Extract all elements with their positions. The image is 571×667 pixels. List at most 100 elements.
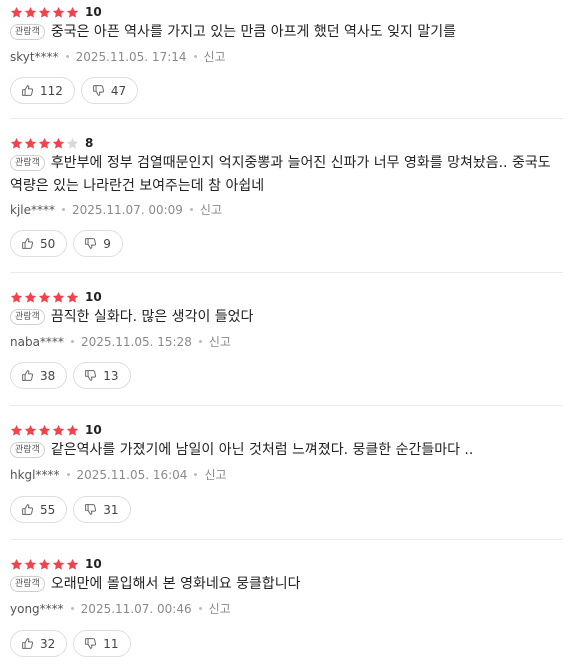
review-text: 같은역사를 가졌기에 남일이 아닌 것처럼 느껴졌다. 뭉클한 순간들마다 .. xyxy=(50,442,474,458)
separator-dot xyxy=(70,340,74,343)
star-filled-icon xyxy=(24,291,37,303)
dislike-button[interactable]: 31 xyxy=(73,496,131,523)
thumbs-up-icon xyxy=(22,638,34,649)
star-filled-icon xyxy=(52,291,65,303)
viewer-badge: 관람객 xyxy=(10,309,45,325)
star-filled-icon xyxy=(38,424,51,436)
separator-dot xyxy=(62,208,65,211)
star-filled-icon xyxy=(66,424,79,436)
review-date: 2025.11.05. 17:14 xyxy=(75,50,187,64)
rating: 10 xyxy=(10,288,102,306)
like-count: 55 xyxy=(40,502,56,517)
viewer-badge: 관람객 xyxy=(10,24,45,40)
report-link[interactable]: 신고 xyxy=(209,335,231,349)
rating-score: 8 xyxy=(85,136,94,150)
separator-dot xyxy=(66,473,70,476)
review-comment: 관람객 끔직한 실화다. 많은 생각이 들었다 xyxy=(10,306,561,329)
rating: 10 xyxy=(10,3,102,21)
star-filled-icon xyxy=(66,291,79,303)
dislike-button[interactable]: 11 xyxy=(73,630,131,657)
review-meta: skyt**** 2025.11.05. 17:14 신고 xyxy=(10,49,226,65)
review-actions: 112 47 xyxy=(10,77,139,104)
dislike-button[interactable]: 9 xyxy=(73,230,123,257)
review-comment: 관람객 후반부에 정부 검열때문인지 억지중뽕과 늘어진 신파가 너무 영화를 망… xyxy=(10,152,561,198)
review-meta: yong**** 2025.11.07. 00:46 신고 xyxy=(10,601,231,617)
star-filled-icon xyxy=(66,6,79,18)
star-filled-icon xyxy=(38,558,51,570)
star-filled-icon xyxy=(52,137,65,149)
review-date: 2025.11.07. 00:46 xyxy=(80,602,192,616)
review-user: naba**** xyxy=(10,335,64,349)
rating: 10 xyxy=(10,421,102,439)
review-actions: 50 9 xyxy=(10,230,123,257)
viewer-badge: 관람객 xyxy=(10,442,45,458)
review-user: yong**** xyxy=(10,602,64,616)
star-filled-icon xyxy=(10,137,23,149)
report-link[interactable]: 신고 xyxy=(204,468,226,482)
separator-dot xyxy=(193,55,197,58)
dislike-count: 31 xyxy=(103,502,119,517)
rating-score: 10 xyxy=(85,5,102,19)
review-comment: 관람객 중국은 아픈 역사를 가지고 있는 만큼 아프게 했던 역사도 잊지 말기… xyxy=(10,21,561,44)
star-rating xyxy=(10,137,79,150)
like-count: 112 xyxy=(40,83,63,98)
star-filled-icon xyxy=(10,6,23,18)
star-rating xyxy=(10,291,79,304)
thumbs-up-icon xyxy=(22,85,34,96)
star-empty-icon xyxy=(66,137,79,149)
star-rating xyxy=(10,6,79,19)
thumbs-down-icon xyxy=(85,238,97,249)
review-text: 중국은 아픈 역사를 가지고 있는 만큼 아프게 했던 역사도 잊지 말기를 xyxy=(50,24,456,40)
rating-score: 10 xyxy=(85,423,102,437)
report-link[interactable]: 신고 xyxy=(204,50,226,64)
review-divider xyxy=(10,539,563,540)
report-link[interactable]: 신고 xyxy=(200,203,222,217)
star-filled-icon xyxy=(66,558,79,570)
review-user: kjle**** xyxy=(10,203,55,217)
star-filled-icon xyxy=(38,291,51,303)
separator-dot xyxy=(194,473,198,476)
thumbs-down-icon xyxy=(85,370,97,381)
review-item: 8 관람객 후반부에 정부 검열때문인지 억지중뽕과 늘어진 신파가 너무 영화를… xyxy=(0,134,571,262)
rating: 10 xyxy=(10,555,102,573)
star-filled-icon xyxy=(10,558,23,570)
report-link[interactable]: 신고 xyxy=(209,602,231,616)
star-filled-icon xyxy=(52,6,65,18)
review-item: 10 관람객 중국은 아픈 역사를 가지고 있는 만큼 아프게 했던 역사도 잊지… xyxy=(0,3,571,108)
review-divider xyxy=(10,272,563,273)
separator-dot xyxy=(189,208,193,211)
review-date: 2025.11.05. 15:28 xyxy=(80,335,192,349)
like-button[interactable]: 55 xyxy=(10,496,68,523)
review-text: 오래만에 몰입해서 본 영화네요 뭉클합니다 xyxy=(50,576,301,592)
separator-dot xyxy=(198,607,202,610)
review-meta: kjle**** 2025.11.07. 00:09 신고 xyxy=(10,202,222,218)
review-divider xyxy=(10,118,563,119)
rating-score: 10 xyxy=(85,557,102,571)
review-date: 2025.11.05. 16:04 xyxy=(76,468,188,482)
star-filled-icon xyxy=(10,291,23,303)
review-user: skyt**** xyxy=(10,50,59,64)
review-user: hkgl**** xyxy=(10,468,60,482)
like-button[interactable]: 112 xyxy=(10,77,75,104)
star-rating xyxy=(10,558,79,571)
dislike-button[interactable]: 47 xyxy=(80,77,139,104)
like-count: 32 xyxy=(40,636,56,651)
like-count: 38 xyxy=(40,368,56,383)
review-actions: 55 31 xyxy=(10,496,131,523)
like-button[interactable]: 32 xyxy=(10,630,68,657)
thumbs-up-icon xyxy=(22,370,34,381)
star-filled-icon xyxy=(24,6,37,18)
review-item: 10 관람객 끔직한 실화다. 많은 생각이 들었다 naba**** 2025.1… xyxy=(0,288,571,393)
separator-dot xyxy=(65,55,69,58)
like-button[interactable]: 38 xyxy=(10,362,68,389)
thumbs-up-icon xyxy=(22,238,34,249)
dislike-button[interactable]: 13 xyxy=(73,362,131,389)
thumbs-down-icon xyxy=(93,85,104,96)
review-date: 2025.11.07. 00:09 xyxy=(72,203,183,217)
rating: 8 xyxy=(10,134,93,152)
star-filled-icon xyxy=(24,558,37,570)
star-filled-icon xyxy=(38,6,51,18)
like-button[interactable]: 50 xyxy=(10,230,68,257)
star-filled-icon xyxy=(52,424,65,436)
star-filled-icon xyxy=(52,558,65,570)
